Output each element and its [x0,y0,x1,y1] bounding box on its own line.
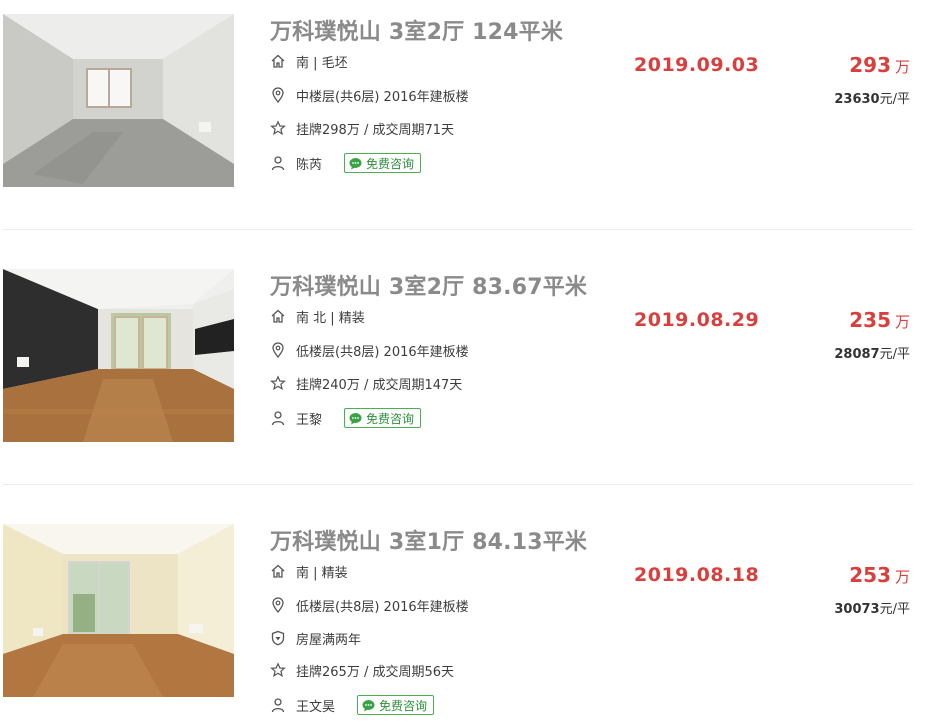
listing-info-text: 挂牌265万 / 成交周期56天 [296,664,454,680]
unit-price-value: 28087 [834,347,880,362]
listing-divider [3,229,913,230]
free-consult-button[interactable]: 免费咨询 [344,153,422,173]
orientation-row: 南 | 精装 [270,561,348,581]
star-icon [270,120,286,136]
listing-card[interactable]: 万科璞悦山 3室2厅 124平米 南 | 毛坯 中楼层(共6层) 2016年建板… [0,14,946,204]
orientation-text: 南 | 精装 [296,565,348,581]
deal-listing-list: 万科璞悦山 3室2厅 124平米 南 | 毛坯 中楼层(共6层) 2016年建板… [0,0,946,727]
house-icon [270,563,286,579]
listing-divider [3,484,913,485]
listing-photo[interactable] [3,269,234,442]
total-price: 293 万 [849,53,910,77]
house-icon [270,53,286,69]
tag-row: 房屋满两年 [270,628,361,648]
listing-title[interactable]: 万科璞悦山 3室2厅 83.67平米 [270,269,587,301]
unit-price: 28087元/平 [834,343,910,362]
free-consult-button[interactable]: 免费咨询 [344,408,422,428]
unit-price-suffix: 元/平 [879,92,910,107]
agent-name[interactable]: 王黎 [296,409,322,428]
shield-icon [270,630,286,646]
unit-price-suffix: 元/平 [879,347,910,362]
free-consult-label: 免费咨询 [366,411,415,426]
house-icon [270,308,286,324]
agent-name[interactable]: 陈芮 [296,154,322,173]
deal-date: 2019.09.03 [634,54,760,76]
person-icon [270,410,286,426]
listing-card[interactable]: 万科璞悦山 3室2厅 83.67平米 南 北 | 精装 低楼层(共8层) 201… [0,269,946,459]
listing-info-row: 挂牌298万 / 成交周期71天 [270,118,454,138]
listing-photo[interactable] [3,524,234,697]
floor-row: 中楼层(共6层) 2016年建板楼 [270,85,469,105]
orientation-text: 南 北 | 精装 [296,310,365,326]
unit-price: 23630元/平 [834,88,910,107]
total-price: 235 万 [849,308,910,332]
unit-price-value: 30073 [834,602,880,617]
free-consult-button[interactable]: 免费咨询 [357,695,435,715]
unit-price-value: 23630 [834,92,880,107]
agent-name[interactable]: 王文昊 [296,696,335,715]
listing-info-text: 挂牌240万 / 成交周期147天 [296,377,463,393]
deal-date: 2019.08.18 [634,564,760,586]
total-price-value: 293 [849,53,891,77]
floor-row: 低楼层(共8层) 2016年建板楼 [270,595,469,615]
total-price-unit: 万 [894,58,910,76]
total-price-unit: 万 [894,313,910,331]
total-price-unit: 万 [894,568,910,586]
floor-text: 低楼层(共8层) 2016年建板楼 [296,599,469,615]
location-pin-icon [270,597,286,613]
star-icon [270,375,286,391]
floor-text: 低楼层(共8层) 2016年建板楼 [296,344,469,360]
total-price: 253 万 [849,563,910,587]
listing-info-text: 挂牌298万 / 成交周期71天 [296,122,454,138]
listing-photo[interactable] [3,14,234,187]
unit-price: 30073元/平 [834,598,910,617]
listing-info-row: 挂牌265万 / 成交周期56天 [270,660,454,680]
floor-text: 中楼层(共6层) 2016年建板楼 [296,89,469,105]
orientation-text: 南 | 毛坯 [296,55,348,71]
listing-title[interactable]: 万科璞悦山 3室2厅 124平米 [270,14,563,46]
agent-row: 王黎 免费咨询 [270,408,422,428]
listing-info-row: 挂牌240万 / 成交周期147天 [270,373,462,393]
deal-date: 2019.08.29 [634,309,760,331]
listing-title[interactable]: 万科璞悦山 3室1厅 84.13平米 [270,524,587,556]
location-pin-icon [270,87,286,103]
orientation-row: 南 北 | 精装 [270,306,365,326]
total-price-value: 253 [849,563,891,587]
floor-row: 低楼层(共8层) 2016年建板楼 [270,340,469,360]
orientation-row: 南 | 毛坯 [270,51,348,71]
agent-row: 陈芮 免费咨询 [270,153,422,173]
free-consult-label: 免费咨询 [379,698,428,713]
listing-card[interactable]: 万科璞悦山 3室1厅 84.13平米 南 | 精装 低楼层(共8层) 2016年… [0,524,946,727]
agent-row: 王文昊 免费咨询 [270,695,435,715]
star-icon [270,662,286,678]
free-consult-label: 免费咨询 [366,156,415,171]
location-pin-icon [270,342,286,358]
unit-price-suffix: 元/平 [879,602,910,617]
chat-bubble-icon [362,699,375,712]
chat-bubble-icon [349,412,362,425]
person-icon [270,697,286,713]
tag-text: 房屋满两年 [296,632,362,648]
total-price-value: 235 [849,308,891,332]
chat-bubble-icon [349,157,362,170]
person-icon [270,155,286,171]
